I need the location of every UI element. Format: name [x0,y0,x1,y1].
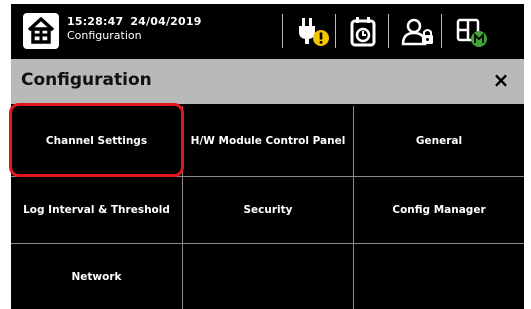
status-bar: 15:28:47 24/04/2019 Configuration [11,4,524,59]
timestamp-block: 15:28:47 24/04/2019 Configuration [67,15,202,43]
menu-item-hw-module-control-panel[interactable]: H/W Module Control Panel [183,106,354,177]
menu-item-log-interval-threshold[interactable]: Log Interval & Threshold [11,177,183,244]
menu-item-empty [354,244,524,309]
close-button[interactable]: × [488,67,514,93]
menu-item-general[interactable]: General [354,106,524,177]
schedule-icon [350,17,376,47]
menu-item-network[interactable]: Network [11,244,183,309]
schedule-button[interactable] [345,14,385,50]
menu-item-label: Log Interval & Threshold [23,204,170,216]
power-warning-icon [299,18,329,46]
power-warning-button[interactable] [292,14,332,50]
menu-item-label: Network [71,270,122,283]
close-icon: × [492,68,510,92]
divider [335,14,336,48]
time-text: 15:28:47 [67,15,124,28]
menu-item-label: Channel Settings [45,135,148,147]
date-text: 24/04/2019 [130,15,202,28]
module-icon [456,18,487,47]
app-window: 15:28:47 24/04/2019 Configuration Config… [11,4,524,309]
home-button[interactable] [23,13,59,49]
module-status-button[interactable] [452,14,492,50]
menu-item-channel-settings[interactable]: Channel Settings [11,106,183,177]
menu-grid: Channel Settings H/W Module Control Pane… [11,106,524,309]
menu-item-config-manager[interactable]: Config Manager [354,177,524,244]
menu-item-empty [183,244,354,309]
divider [441,14,442,48]
page-header: Configuration × [11,59,524,104]
menu-item-label: General [415,135,463,147]
menu-item-label: H/W Module Control Panel [190,135,346,147]
home-icon [27,17,55,44]
menu-item-label: Security [243,204,293,216]
divider [282,14,283,48]
menu-item-label: Config Manager [392,204,486,216]
screen-name: Configuration [67,29,142,42]
page-title: Configuration [21,70,152,90]
divider [388,14,389,48]
menu-item-security[interactable]: Security [183,177,354,244]
user-lock-icon [401,18,433,46]
user-login-button[interactable] [398,14,438,50]
